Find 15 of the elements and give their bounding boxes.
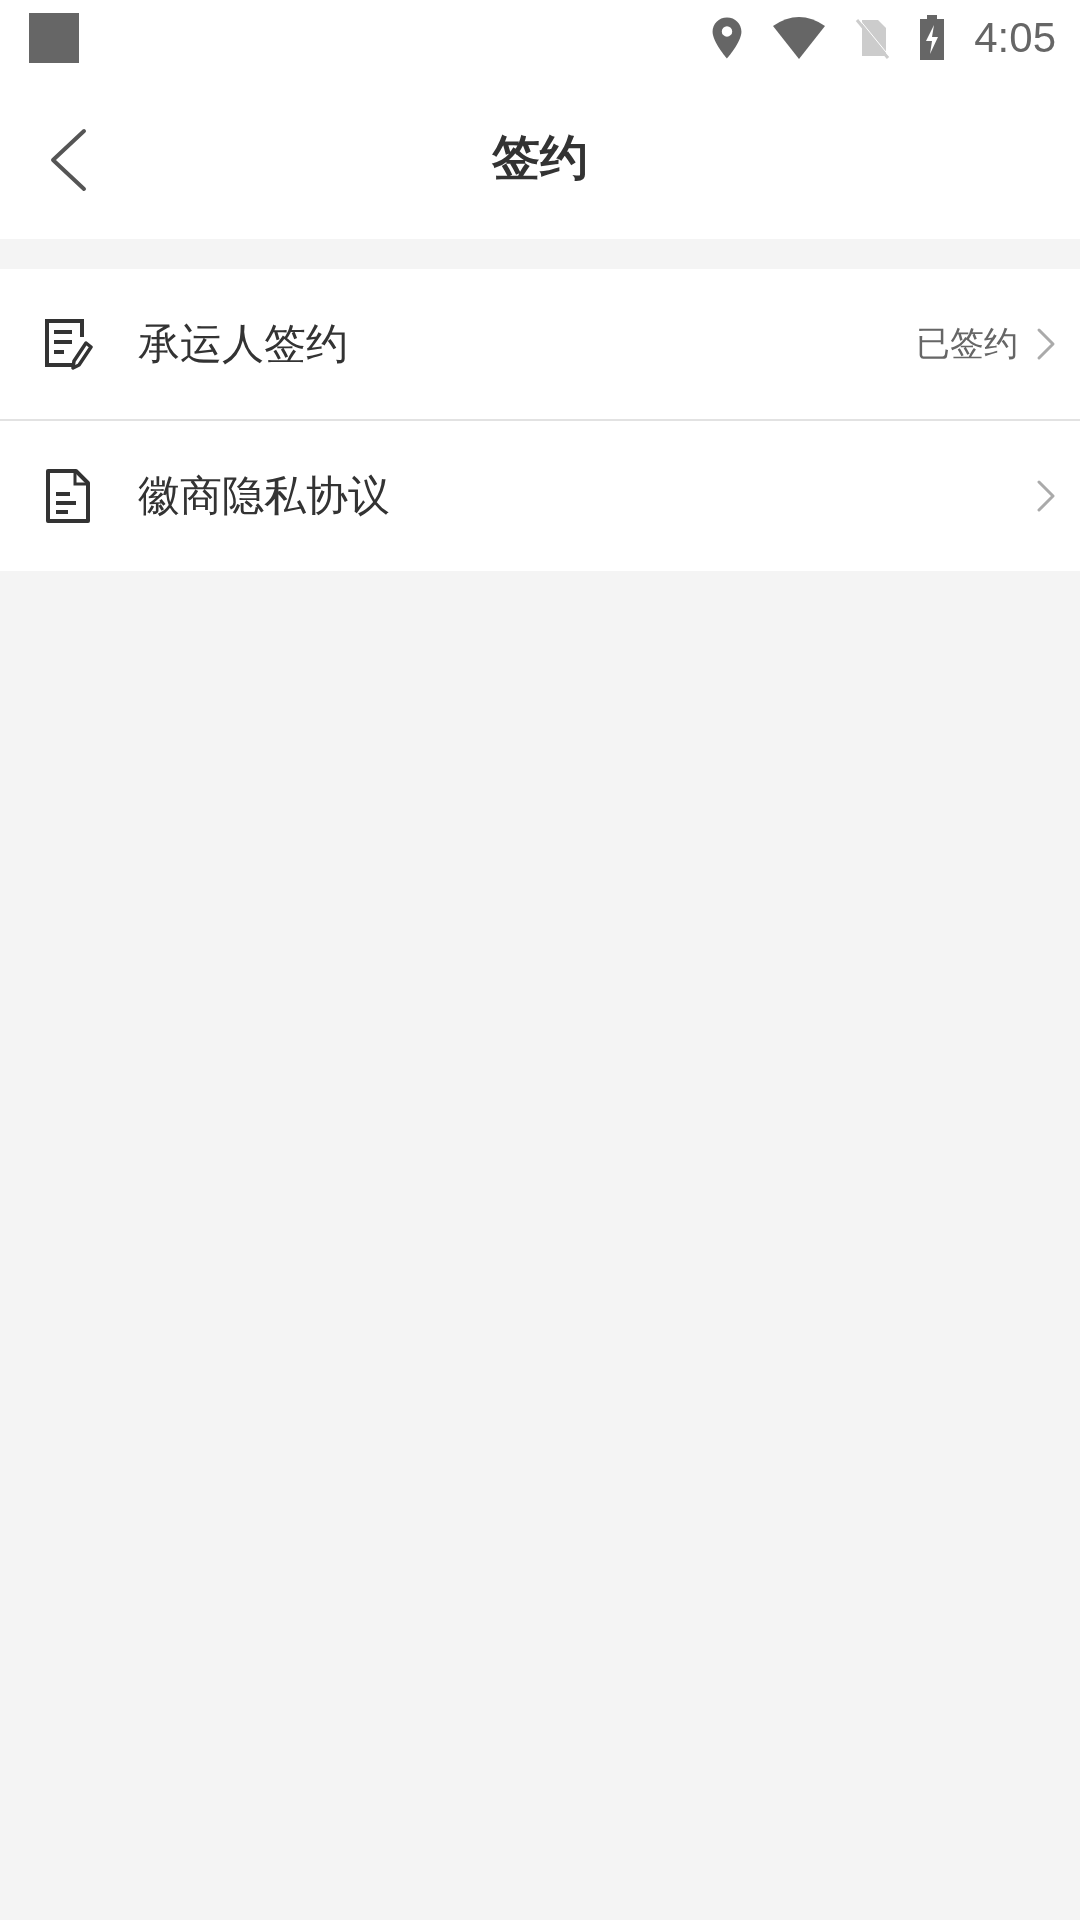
- battery-charging-icon: [918, 15, 947, 61]
- chevron-right-icon: [1036, 327, 1056, 361]
- no-sim-icon: [854, 16, 891, 60]
- item-label: 承运人签约: [138, 318, 349, 370]
- page-title: 签约: [492, 127, 588, 187]
- wifi-icon: [772, 16, 827, 60]
- list-item[interactable]: 承运人签约 已签约: [0, 269, 1080, 419]
- clock-time: 4:05: [974, 14, 1056, 62]
- status-text: 已签约: [916, 322, 1018, 365]
- back-icon: [48, 128, 88, 192]
- document-edit-icon: [42, 318, 94, 370]
- notification-icon: [29, 13, 79, 63]
- item-label: 徽商隐私协议: [138, 470, 391, 522]
- chevron-right-icon: [1036, 479, 1056, 513]
- list-item[interactable]: 徽商隐私协议: [0, 419, 1080, 571]
